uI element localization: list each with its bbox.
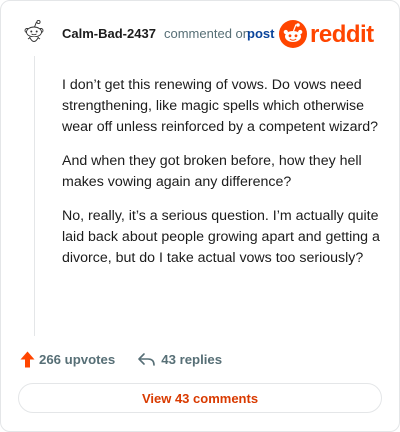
comment-username[interactable]: Calm-Bad-2437 xyxy=(62,26,156,41)
reply-count[interactable]: 43 replies xyxy=(161,352,222,367)
comment-paragraph: I don’t get this renewing of vows. Do vo… xyxy=(62,77,378,135)
comment-action-text: commented on xyxy=(164,26,250,41)
upvote-count[interactable]: 266 upvotes xyxy=(39,352,115,367)
reply-arrow-icon[interactable] xyxy=(137,352,156,367)
comment-paragraph: No, really, it’s a serious question. I’m… xyxy=(62,208,380,266)
comment-paragraph: And when they got broken before, how the… xyxy=(62,153,362,190)
reddit-logo-wordmark: reddit xyxy=(310,21,374,48)
view-comments-button[interactable]: View 43 comments xyxy=(18,383,382,413)
comment-actions: 266 upvotes 43 replies xyxy=(20,349,222,369)
comment-body: I don’t get this renewing of vows. Do vo… xyxy=(62,75,387,282)
comment-card: Calm-Bad-2437 commented on post reddit I… xyxy=(0,0,400,432)
snoo-avatar-icon[interactable] xyxy=(19,18,49,48)
upvote-arrow-icon[interactable] xyxy=(20,351,35,368)
thread-line xyxy=(34,56,35,336)
post-link[interactable]: post xyxy=(247,26,274,41)
reddit-logo-icon[interactable]: reddit xyxy=(278,17,386,51)
